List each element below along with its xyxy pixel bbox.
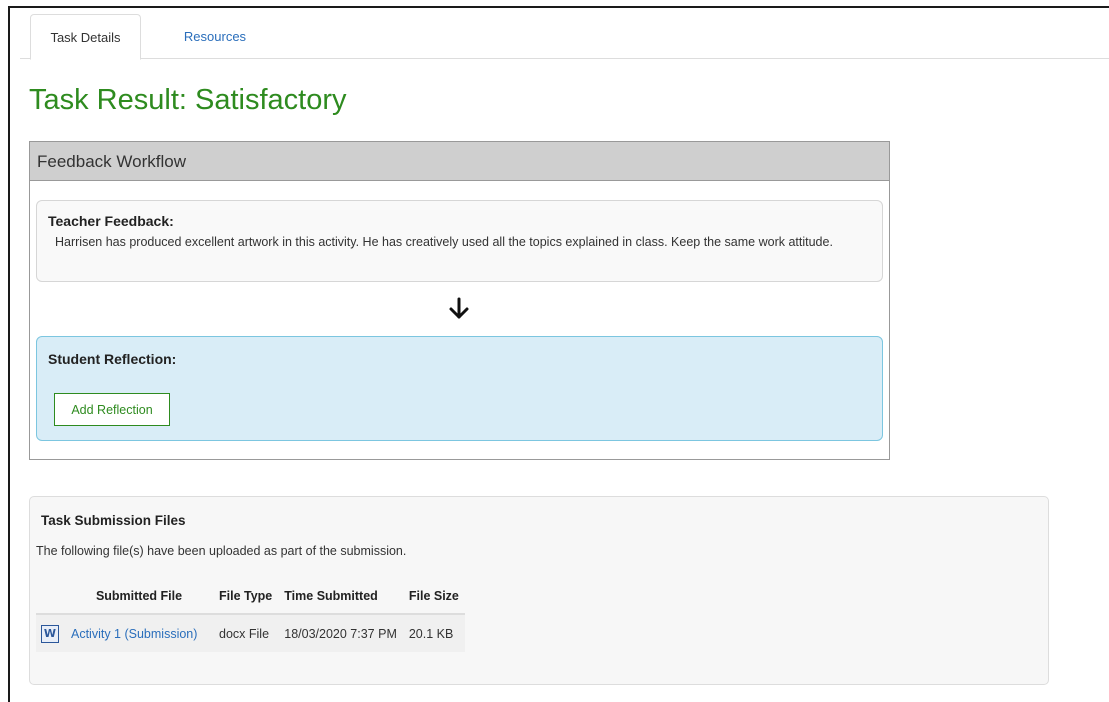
tab-resources[interactable]: Resources	[160, 14, 270, 59]
page-title: Task Result: Satisfactory	[29, 84, 347, 116]
file-size-cell: 20.1 KB	[402, 614, 465, 652]
column-header-time-submitted: Time Submitted	[278, 579, 403, 615]
student-reflection-heading: Student Reflection:	[48, 351, 177, 367]
feedback-workflow-header: Feedback Workflow	[30, 142, 889, 181]
submission-files-panel: Task Submission Files The following file…	[29, 496, 1049, 685]
submission-files-description: The following file(s) have been uploaded…	[36, 544, 407, 558]
teacher-feedback-box: Teacher Feedback: Harrisen has produced …	[36, 200, 883, 282]
tab-task-details[interactable]: Task Details	[30, 14, 141, 60]
submission-files-heading: Task Submission Files	[41, 513, 186, 528]
tab-bar: Task Details Resources	[20, 14, 1109, 60]
add-reflection-button[interactable]: Add Reflection	[54, 393, 170, 426]
teacher-feedback-heading: Teacher Feedback:	[48, 213, 174, 229]
table-header-row: Submitted File File Type Time Submitted …	[36, 579, 465, 615]
column-header-file-size: File Size	[402, 579, 465, 615]
submission-files-table: Submitted File File Type Time Submitted …	[36, 579, 465, 652]
student-reflection-box: Student Reflection: Add Reflection	[36, 336, 883, 441]
file-icon-cell: W	[36, 614, 65, 652]
file-link[interactable]: Activity 1 (Submission)	[71, 627, 197, 641]
file-type-cell: docx File	[213, 614, 279, 652]
column-header-icon	[36, 579, 65, 615]
column-header-submitted-file: Submitted File	[65, 579, 213, 615]
arrow-down-icon	[449, 297, 469, 319]
teacher-feedback-text: Harrisen has produced excellent artwork …	[55, 235, 833, 249]
table-row: W Activity 1 (Submission) docx File 18/0…	[36, 614, 465, 652]
column-header-file-type: File Type	[213, 579, 279, 615]
file-name-cell: Activity 1 (Submission)	[65, 614, 213, 652]
feedback-workflow-panel: Feedback Workflow Teacher Feedback: Harr…	[29, 141, 890, 460]
time-submitted-cell: 18/03/2020 7:37 PM	[278, 614, 403, 652]
word-document-icon[interactable]: W	[41, 624, 59, 643]
